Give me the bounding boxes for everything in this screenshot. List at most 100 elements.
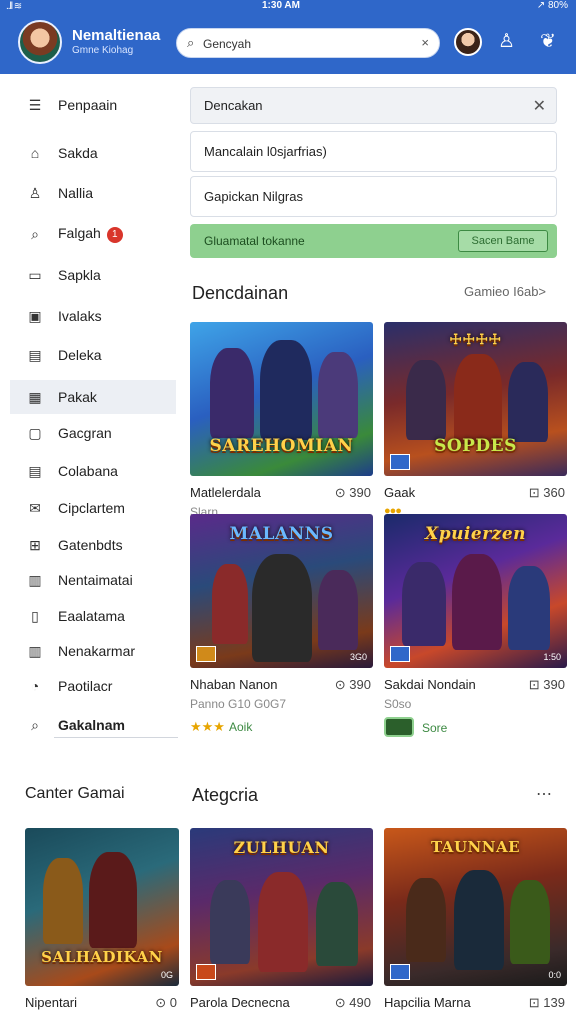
rating-text: Sore [422, 721, 448, 735]
section-title: Ategcria [192, 785, 259, 805]
game-card[interactable]: SALHADIKAN 0G Nipentari ⊙ 0 [25, 828, 179, 1024]
game-card[interactable]: MALANNS 3G0 Nhaban Nanon ⊙ 390 Panno G10… [190, 514, 373, 740]
sidebar-item-label: Nentaimatai [58, 572, 133, 588]
game-price: ⊙ 0 [155, 995, 177, 1010]
sidebar-item-colabana[interactable]: ▤ Colabana [10, 456, 176, 486]
calendar-icon: ▣ [28, 307, 42, 324]
game-art-title: MALANNS [229, 524, 334, 544]
pin-icon: ⌕ [31, 716, 39, 733]
game-card[interactable]: Xpuierzen 1:50 Sakdai Nondain ⊡ 390 S0so… [384, 514, 567, 740]
sidebar-item-ivalaks[interactable]: ▣ Ivalaks [10, 301, 176, 331]
sidebar-item-nenakarmar[interactable]: ▥ Nenakarmar [10, 636, 176, 666]
game-thumbnail: ZULHUAN [190, 828, 373, 986]
sidebar-item-label: Falgah 1 [58, 225, 123, 243]
rose-icon[interactable]: ❦ [540, 30, 556, 53]
search-input[interactable]: ⌕ Gencyah × [176, 28, 440, 58]
sidebar-item-gakalnam[interactable]: ⌕ Gakalnam [10, 710, 176, 740]
mail-icon: ✉ [29, 499, 41, 516]
game-name: Sakdai Nondain [384, 677, 476, 692]
filter-input-primary[interactable]: Dencakan ✕ [190, 87, 557, 124]
platform-icon [390, 964, 410, 980]
game-thumbnail: Xpuierzen 1:50 [384, 514, 567, 668]
sidebar-item-nallia[interactable]: ♙ Nallia [10, 178, 176, 208]
sidebar-item-label: Deleka [58, 347, 102, 363]
game-card[interactable]: TAUNNAE 0:0 Hapcilia Marna ⊡ 139 [384, 828, 567, 1024]
game-chip-icon [384, 717, 414, 737]
section-title: Dencdainan [192, 283, 289, 303]
game-price: ⊡ 360 [528, 485, 565, 500]
filter-value: Mancalain l0sjarfrias) [204, 144, 327, 159]
game-price: ⊡ 390 [528, 677, 565, 692]
app-subtitle: Gmne Kiohag [72, 45, 134, 56]
doc-icon: ▤ [28, 462, 42, 479]
sidebar-item-menu[interactable]: ☰ Penpaain [10, 90, 176, 120]
game-thumbnail: MALANNS 3G0 [190, 514, 373, 668]
sidebar-item-deleka[interactable]: ▤ Deleka [10, 340, 176, 370]
phone-icon: ▯ [31, 607, 39, 624]
sidebar-item-cipclartem[interactable]: ✉ Cipclartem [10, 493, 176, 523]
grid-icon: ⊞ [29, 536, 41, 553]
game-thumbnail: SALHADIKAN 0G [25, 828, 179, 986]
game-art-title: SAREHOMIAN [209, 436, 354, 456]
game-card[interactable]: SAREHOMIAN Matlelerdala ⊙ 390 Slarn [190, 322, 373, 542]
filter-value: Gapickan Nilgras [204, 189, 303, 204]
game-name: Matlelerdala [190, 485, 261, 500]
game-card[interactable]: ☩☩☩☩ SOPDES Gaak ⊡ 360 ●●● [384, 322, 567, 542]
game-thumbnail: ☩☩☩☩ SOPDES [384, 322, 567, 476]
close-icon[interactable]: ✕ [533, 96, 546, 116]
search-value: Gencyah [203, 37, 252, 51]
sidebar-item-falgah[interactable]: ⌕ Falgah 1 [10, 219, 176, 249]
sidebar-item-paotilacr[interactable]: ◔ Paotilacr [10, 671, 176, 701]
sidebar-item-label: Eaalatama [58, 608, 125, 624]
game-name: Gaak [384, 485, 416, 500]
person-icon: ♙ [28, 184, 42, 201]
gift-icon: ◔ [30, 678, 40, 694]
filter-input-secondary[interactable]: Mancalain l0sjarfrias) [190, 131, 557, 172]
platform-icon [196, 646, 216, 662]
more-options-icon[interactable]: ⋯ [536, 784, 552, 804]
notification-badge: 1 [106, 226, 123, 243]
sidebar-item-nentaimatai[interactable]: ▥ Nentaimatai [10, 565, 176, 595]
menu-icon: ☰ [28, 96, 42, 113]
sidebar-item-gacgran[interactable]: ▢ Gacgran [10, 418, 176, 448]
game-art-title: SALHADIKAN [41, 948, 163, 966]
banner-button[interactable]: Sacen Bame [458, 230, 548, 252]
game-subtitle: S0so [384, 697, 412, 711]
sidebar-item-label: Nenakarmar [58, 643, 136, 659]
sidebar-item-label: Ivalaks [58, 308, 102, 324]
list-icon: ▥ [28, 642, 42, 659]
section-link[interactable]: Gamieo I6ab> [464, 284, 546, 299]
sidebar-item-label: Gakalnam [58, 717, 125, 733]
game-card[interactable]: ZULHUAN Parola Decnecna ⊙ 490 [190, 828, 373, 1024]
game-art-title: Xpuierzen [425, 524, 526, 544]
square-icon: ▢ [28, 424, 42, 441]
star-rating: ★★★ Aoik [190, 719, 253, 734]
sidebar-item-eaalatama[interactable]: ▯ Eaalatama [10, 601, 176, 631]
avatar[interactable] [454, 28, 482, 56]
app-title: Nemaltienaa [72, 27, 161, 44]
sidebar-item-label: Penpaain [58, 97, 118, 113]
sidebar-item-label: Nallia [58, 185, 94, 201]
sidebar-item-label: Sakda [58, 145, 98, 161]
clear-icon[interactable]: × [421, 35, 429, 50]
search-icon: ⌕ [31, 225, 39, 242]
game-art-title: SOPDES [434, 436, 517, 456]
game-price: ⊙ 390 [334, 677, 371, 692]
signal-icon: ..ll ≋ [6, 1, 22, 12]
game-subtitle: Panno G10 G0G7 [190, 697, 287, 711]
filter-input-tertiary[interactable]: Gapickan Nilgras [190, 176, 557, 217]
game-name: Parola Decnecna [190, 995, 290, 1010]
sidebar-item-sapkla[interactable]: ▭ Sapkla [10, 260, 176, 290]
sidebar-item-label: Sapkla [58, 267, 101, 283]
sidebar-item-label: Pakak [58, 389, 97, 405]
sidebar-divider [54, 737, 178, 738]
chat-icon: ▭ [28, 266, 42, 283]
sidebar-item-pakak[interactable]: ▦ Pakak [10, 380, 176, 414]
sidebar-item-label: Colabana [58, 463, 118, 479]
game-name: Nipentari [25, 995, 78, 1010]
app-logo[interactable] [18, 20, 62, 64]
app-header: Nemaltienaa Gmne Kiohag ⌕ Gencyah × ♙ ❦ [0, 12, 576, 74]
profile-icon[interactable]: ♙ [498, 30, 515, 53]
sidebar-item-sakda[interactable]: ⌂ Sakda [10, 138, 176, 168]
sidebar-item-gatenbdts[interactable]: ⊞ Gatenbdts [10, 530, 176, 560]
